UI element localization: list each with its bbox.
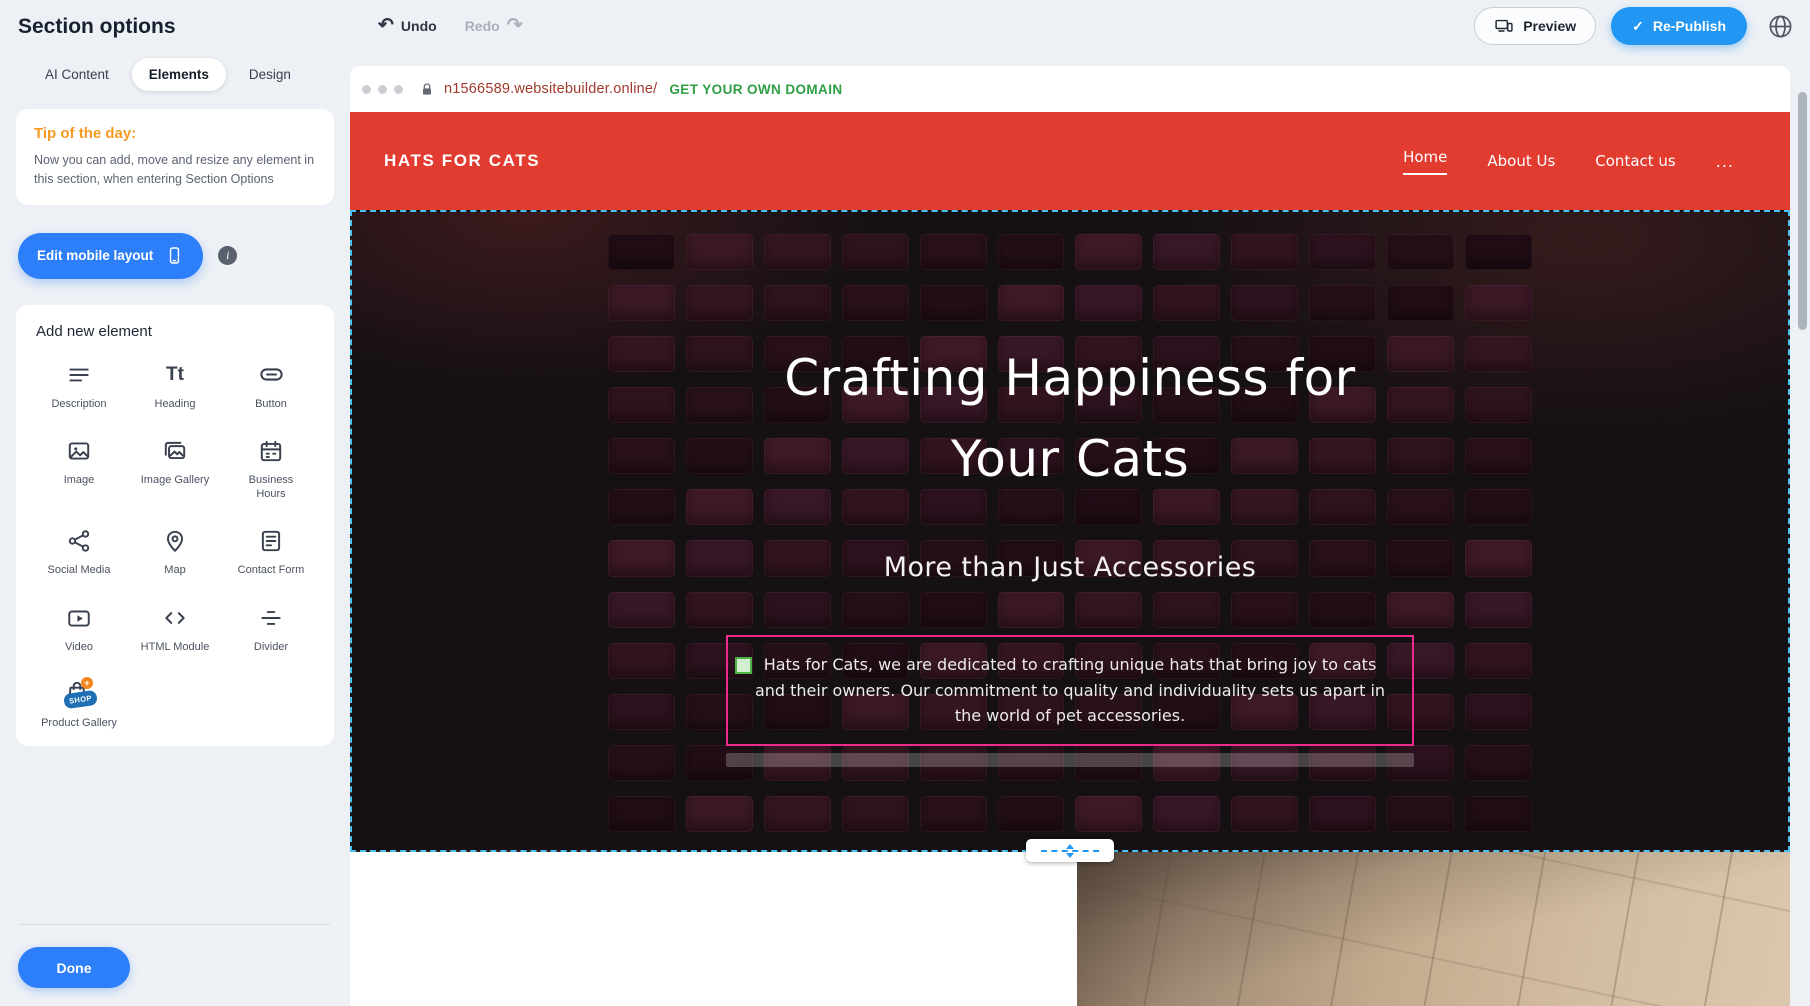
nav-more-button[interactable]: ... — [1716, 152, 1734, 171]
video-icon — [66, 603, 92, 633]
section-resize-handle[interactable] — [1026, 839, 1114, 862]
site-nav: Home About Us Contact us ... — [1403, 148, 1734, 175]
element-image[interactable]: Image — [34, 436, 124, 502]
element-description[interactable]: Description — [34, 360, 124, 411]
element-social-media[interactable]: Social Media — [34, 526, 124, 577]
topbar: Section options ↶ Undo Redo ↷ Preview ✓ … — [0, 0, 1810, 52]
nav-about[interactable]: About Us — [1487, 152, 1555, 170]
html-module-icon — [162, 603, 188, 633]
element-drag-handle[interactable] — [735, 657, 752, 674]
browser-bar: n1566589.websitebuilder.online/ GET YOUR… — [350, 66, 1790, 112]
get-domain-link[interactable]: GET YOUR OWN DOMAIN — [669, 82, 842, 97]
divider-icon — [258, 603, 284, 633]
add-element-panel: Add new element Description Tt Heading B… — [16, 305, 334, 747]
shop-label: SHOP — [63, 690, 98, 709]
sidebar-tabs: AI Content Elements Design — [16, 58, 334, 91]
undo-icon: ↶ — [378, 16, 394, 35]
site-header: HATS FOR CATS Home About Us Contact us .… — [350, 112, 1790, 210]
devices-icon — [1494, 16, 1514, 36]
hero-section-selected[interactable]: Crafting Happiness for Your Cats More th… — [350, 210, 1790, 852]
element-video[interactable]: Video — [34, 603, 124, 654]
page-title: Section options — [18, 15, 176, 39]
map-icon — [162, 526, 188, 556]
sidebar: AI Content Elements Design Tip of the da… — [0, 52, 350, 1006]
topbar-actions: Preview ✓ Re-Publish — [1474, 7, 1798, 45]
tab-design[interactable]: Design — [232, 58, 308, 91]
heading-icon: Tt — [166, 360, 184, 390]
element-contact-form[interactable]: Contact Form — [226, 526, 316, 577]
element-hover-ghost — [726, 753, 1414, 767]
shop-plus-badge: + — [81, 677, 93, 689]
republish-button[interactable]: ✓ Re-Publish — [1611, 7, 1747, 45]
tab-ai-content[interactable]: AI Content — [28, 58, 126, 91]
preview-button[interactable]: Preview — [1474, 7, 1596, 45]
preview-label: Preview — [1523, 18, 1576, 34]
description-icon — [66, 360, 92, 390]
resize-up-arrow — [1066, 844, 1074, 849]
check-icon: ✓ — [1632, 18, 1644, 35]
site-url: n1566589.websitebuilder.online/ — [444, 81, 657, 97]
hero-subheading[interactable]: More than Just Accessories — [884, 552, 1256, 583]
hero-heading[interactable]: Crafting Happiness for Your Cats — [755, 338, 1385, 500]
image-icon — [66, 436, 92, 466]
nav-home[interactable]: Home — [1403, 148, 1447, 175]
site-logo[interactable]: HATS FOR CATS — [384, 151, 540, 171]
element-map[interactable]: Map — [130, 526, 220, 577]
image-gallery-icon — [162, 436, 188, 466]
selected-text-element[interactable]: Hats for Cats, we are dedicated to craft… — [726, 635, 1414, 746]
lock-icon — [419, 81, 435, 97]
redo-icon: ↷ — [507, 16, 523, 35]
republish-label: Re-Publish — [1653, 18, 1726, 34]
element-product-gallery[interactable]: SHOP + Product Gallery — [34, 679, 124, 730]
tip-title: Tip of the day: — [34, 125, 316, 142]
contact-form-icon — [258, 526, 284, 556]
redo-label: Redo — [465, 18, 500, 34]
history-controls: ↶ Undo Redo ↷ — [378, 16, 523, 35]
done-button[interactable]: Done — [18, 947, 130, 988]
element-grid: Description Tt Heading Button Image Imag… — [34, 360, 316, 731]
element-divider[interactable]: Divider — [226, 603, 316, 654]
element-business-hours[interactable]: Business Hours — [226, 436, 316, 502]
window-dots — [362, 85, 403, 94]
hero-content: Crafting Happiness for Your Cats More th… — [352, 212, 1788, 850]
sidebar-divider — [20, 924, 330, 925]
tab-elements[interactable]: Elements — [132, 58, 226, 91]
site-preview: HATS FOR CATS Home About Us Contact us .… — [350, 112, 1790, 1006]
hero-paragraph: Hats for Cats, we are dedicated to craft… — [754, 652, 1386, 729]
mobile-layout-row: Edit mobile layout i — [16, 233, 334, 279]
element-image-gallery[interactable]: Image Gallery — [130, 436, 220, 502]
tip-body: Now you can add, move and resize any ele… — [34, 151, 316, 189]
canvas-scrollbar[interactable] — [1798, 60, 1807, 1000]
resize-dash-line — [1041, 850, 1099, 852]
social-media-icon — [66, 526, 92, 556]
product-gallery-icon: SHOP + — [64, 679, 94, 709]
language-globe-button[interactable] — [1762, 8, 1798, 44]
edit-mobile-label: Edit mobile layout — [37, 248, 153, 263]
undo-button[interactable]: ↶ Undo — [378, 16, 437, 35]
element-button[interactable]: Button — [226, 360, 316, 411]
business-hours-icon — [258, 436, 284, 466]
resize-down-arrow — [1066, 853, 1074, 858]
element-heading[interactable]: Tt Heading — [130, 360, 220, 411]
nav-contact[interactable]: Contact us — [1595, 152, 1675, 170]
pavement-photo — [1077, 852, 1790, 1006]
button-icon — [258, 360, 285, 390]
edit-mobile-layout-button[interactable]: Edit mobile layout — [18, 233, 203, 279]
tip-card: Tip of the day: Now you can add, move an… — [16, 109, 334, 205]
next-section-blank — [350, 852, 1077, 1006]
element-html-module[interactable]: HTML Module — [130, 603, 220, 654]
phone-icon — [165, 246, 184, 265]
undo-label: Undo — [401, 18, 437, 34]
canvas: n1566589.websitebuilder.online/ GET YOUR… — [350, 52, 1810, 1006]
redo-button[interactable]: Redo ↷ — [465, 16, 523, 35]
next-section — [350, 852, 1790, 1006]
scrollbar-thumb[interactable] — [1798, 92, 1807, 330]
info-icon[interactable]: i — [218, 246, 237, 265]
add-element-title: Add new element — [36, 323, 316, 340]
